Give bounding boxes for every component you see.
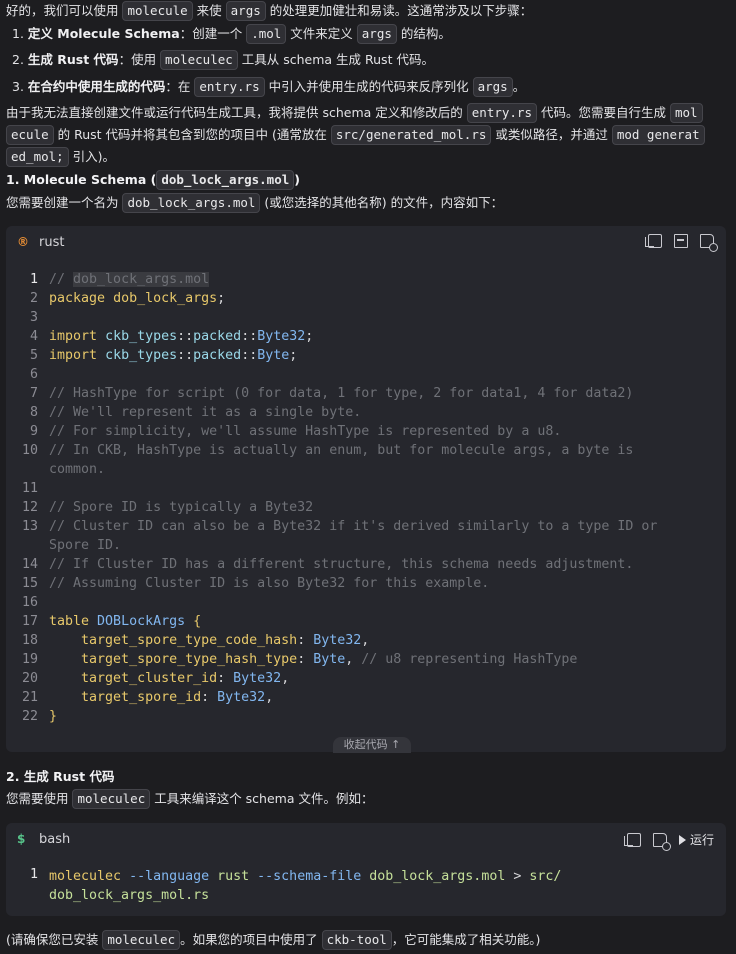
- line-number: 17: [21, 614, 38, 629]
- line-number: 7: [29, 386, 38, 401]
- code-line: target_spore_type_hash_type: Byte, // u8…: [81, 652, 578, 667]
- inline-code: mod generat: [611, 125, 705, 145]
- line-number: 15: [21, 576, 38, 591]
- collapse-code-button[interactable]: 收起代码 ↑: [333, 737, 411, 753]
- code-line: // In CKB, HashType is actually an enum,…: [49, 443, 634, 458]
- code-line: // Cluster ID can also be a Byte32 if it…: [49, 519, 658, 534]
- code-line: // For simplicity, we'll assume HashType…: [49, 424, 562, 439]
- rust-code-block: ® rust 1 // dob_lock_args.mol 2 package dob…: [6, 226, 726, 753]
- inline-code: molecule: [122, 1, 193, 21]
- line-number: 8: [29, 405, 38, 420]
- save-file-icon[interactable]: [700, 234, 718, 252]
- code-line-wrapped: dob_lock_args_mol.rs: [49, 888, 210, 903]
- line-number: 3: [29, 310, 38, 325]
- code-line: target_spore_type_code_hash: Byte32,: [81, 633, 370, 648]
- section-1-heading: 1. Molecule Schema (dob_lock_args.mol): [6, 170, 300, 190]
- line-number: 1: [29, 867, 38, 882]
- inline-code: args: [356, 24, 397, 44]
- line-number: 5: [29, 348, 38, 363]
- line-number: 10: [21, 443, 38, 458]
- code-actions: 运行: [623, 831, 714, 851]
- wrap-icon[interactable]: [674, 234, 688, 248]
- inline-code: dob_lock_args.mol: [122, 193, 261, 213]
- section-2-heading: 2. 生成 Rust 代码: [6, 769, 115, 784]
- code-block-header: ® rust: [6, 226, 726, 258]
- footer-note: (请确保您已安装 moleculec 。如果您的项目中使用了 ckb-tool ，它…: [6, 930, 540, 950]
- line-number: 9: [29, 424, 38, 439]
- line-number: 20: [21, 671, 38, 686]
- line-number: 13: [21, 519, 38, 534]
- inline-code: mol: [669, 103, 703, 123]
- code-line: common.: [49, 462, 106, 477]
- code-line: // HashType for script (0 for data, 1 fo…: [49, 386, 634, 401]
- inline-code: args: [225, 1, 266, 21]
- code-line: import ckb_types::packed::Byte32;: [49, 329, 314, 344]
- line-number: 16: [21, 595, 38, 610]
- step-1: 1. 定义 Molecule Schema：创建一个 .mol 文件来定义 ar…: [12, 24, 451, 44]
- code-line: table DOBLockArgs {: [49, 614, 202, 629]
- code-actions: [645, 234, 718, 252]
- code-line: moleculec --language rust --schema-file …: [49, 869, 562, 884]
- code-line: target_spore_id: Byte32,: [81, 690, 274, 705]
- code-line: target_cluster_id: Byte32,: [81, 671, 290, 686]
- section-1-description: 您需要创建一个名为 dob_lock_args.mol (或您选择的其他名称) …: [6, 193, 503, 213]
- code-line: import ckb_types::packed::Byte;: [49, 348, 298, 363]
- line-number: 2: [29, 291, 38, 306]
- explanation-line-1: 由于我无法直接创建文件或运行代码生成工具，我将提供 schema 定义和修改后的…: [6, 103, 703, 123]
- line-number: 1: [29, 272, 38, 287]
- line-number: 19: [21, 652, 38, 667]
- step-3: 3. 在合约中使用生成的代码：在 entry.rs 中引入并使用生成的代码来反序…: [12, 77, 525, 97]
- code-line: // If Cluster ID has a different structu…: [49, 557, 634, 572]
- inline-code: entry.rs: [466, 103, 537, 123]
- line-number: 11: [21, 481, 38, 496]
- inline-code: dob_lock_args.mol: [156, 170, 295, 190]
- terminal-icon: $: [17, 832, 26, 846]
- inline-code: .mol: [246, 24, 287, 44]
- play-icon: [678, 834, 686, 845]
- line-number: 12: [21, 500, 38, 515]
- new-file-icon[interactable]: [652, 832, 671, 851]
- rust-icon: ®: [17, 235, 29, 249]
- code-line: // Spore ID is typically a Byte32: [49, 500, 314, 515]
- line-number: 4: [29, 329, 38, 344]
- code-line: // We'll represent it as a single byte.: [49, 405, 362, 420]
- inline-code: moleculec: [72, 789, 151, 809]
- code-line: // Assuming Cluster ID is also Byte32 fo…: [49, 576, 490, 591]
- inline-code: moleculec: [160, 50, 238, 70]
- step-2: 2. 生成 Rust 代码：使用 moleculec 工具从 schema 生成…: [12, 50, 434, 70]
- inline-code: args: [472, 77, 513, 97]
- inline-code: src/generated_mol.rs: [330, 125, 492, 145]
- inline-code: moleculec: [102, 930, 181, 950]
- line-number: 14: [21, 557, 38, 572]
- code-line: // dob_lock_args.mol: [49, 272, 210, 287]
- copy-icon[interactable]: [645, 234, 662, 248]
- explanation-line-2: ecule 的 Rust 代码并将其包含到您的项目中 (通常放在 src/gen…: [6, 125, 705, 145]
- line-number: 18: [21, 633, 38, 648]
- line-number: 21: [21, 690, 38, 705]
- run-button[interactable]: 运行: [678, 831, 714, 848]
- code-language-label: rust: [39, 234, 65, 250]
- explanation-line-3: ed_mol; 引入)。: [6, 147, 115, 167]
- inline-code: ed_mol;: [6, 147, 69, 167]
- line-number: 22: [21, 709, 38, 724]
- inline-code: ecule: [6, 125, 54, 145]
- run-label: 运行: [689, 833, 714, 847]
- intro-line: 好的，我们可以使用 molecule 来使 args 的处理更加健壮和易读。这通…: [6, 1, 532, 21]
- bash-code-block: $ bash 运行 1 moleculec --language rust --…: [6, 823, 726, 916]
- line-number: 6: [29, 367, 38, 382]
- code-line: package dob_lock_args;: [49, 291, 226, 306]
- copy-icon[interactable]: [623, 832, 641, 847]
- code-line: }: [49, 709, 58, 724]
- code-block-header: $ bash 运行: [6, 823, 726, 855]
- section-2-description: 您需要使用 moleculec 工具来编译这个 schema 文件。例如：: [6, 789, 373, 809]
- code-line: Spore ID.: [49, 538, 122, 553]
- code-language-label: bash: [39, 831, 71, 847]
- inline-code: ckb-tool: [321, 930, 392, 950]
- inline-code: entry.rs: [194, 77, 265, 97]
